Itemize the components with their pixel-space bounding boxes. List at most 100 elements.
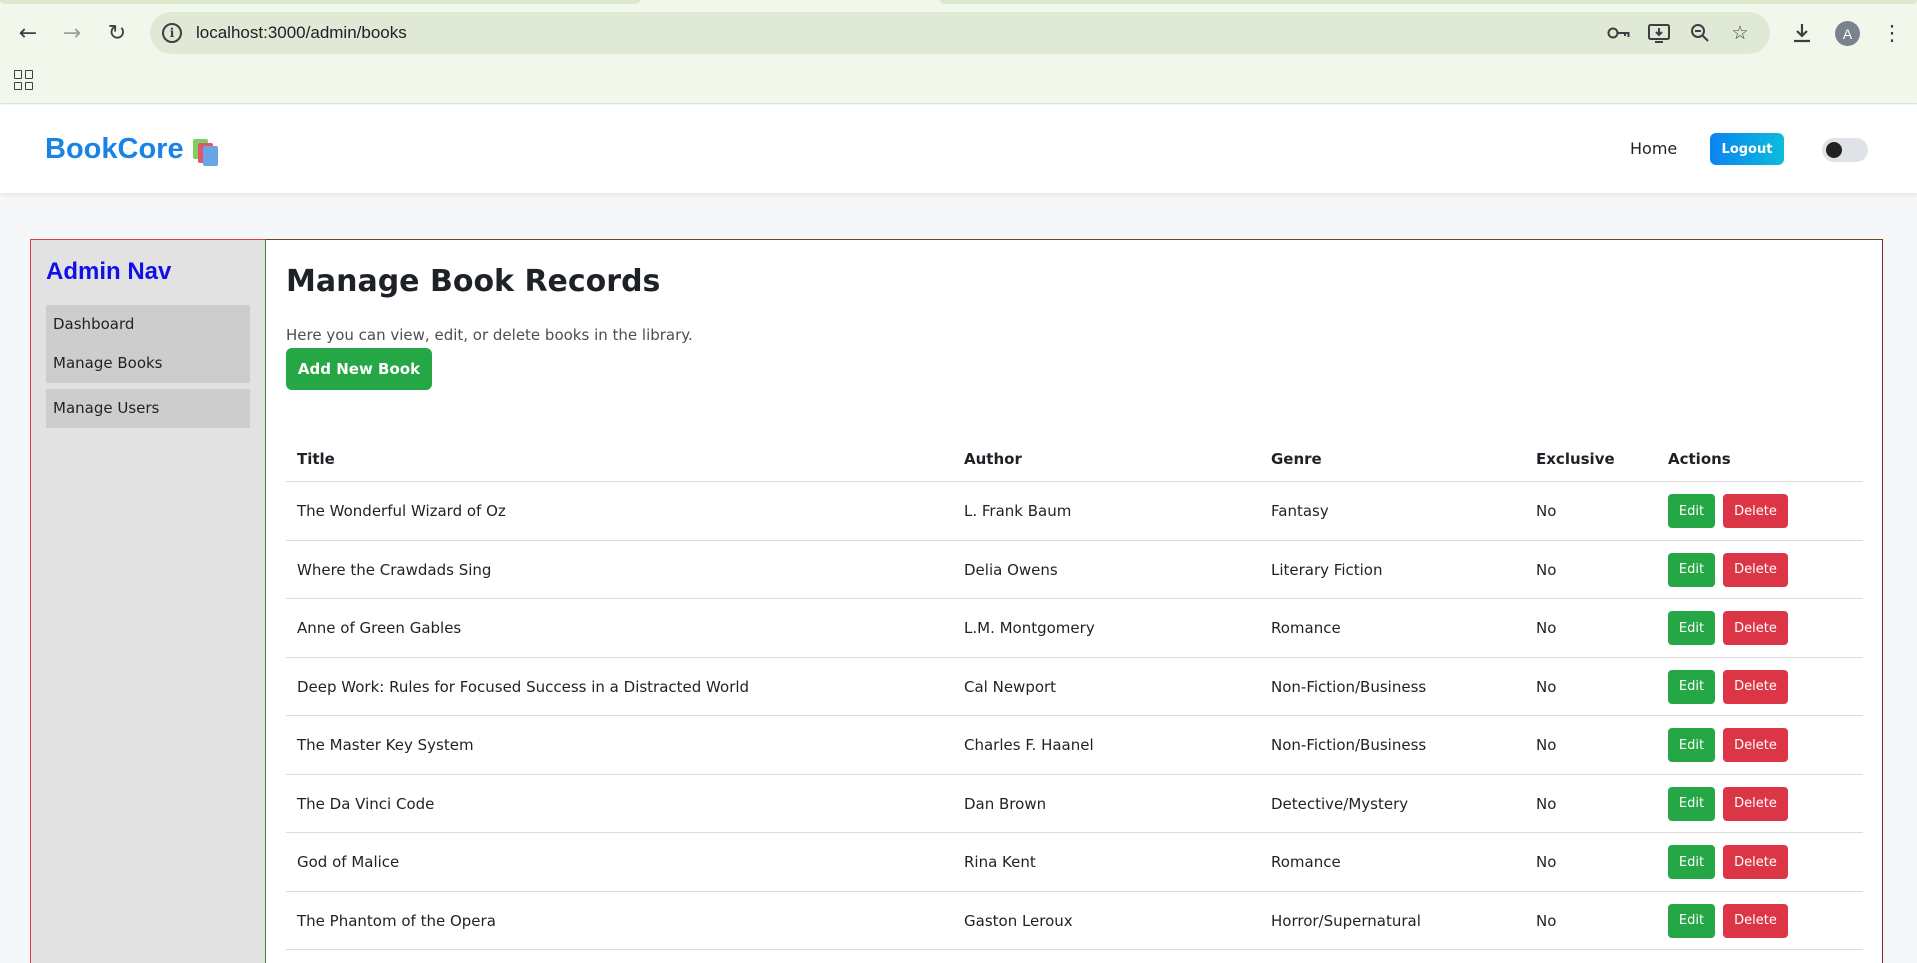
page-description: Here you can view, edit, or delete books…: [286, 326, 693, 344]
forward-icon[interactable]: →: [58, 19, 86, 47]
cell-exclusive: No: [1536, 560, 1557, 579]
table-row: The Da Vinci Code Dan Brown Detective/Myst…: [286, 775, 1863, 833]
cell-genre: Fantasy: [1271, 502, 1329, 520]
sidebar-title: Admin Nav: [46, 258, 172, 285]
cell-exclusive: No: [1536, 853, 1557, 871]
books-table: Title Author Genre Exclusive Actions The…: [286, 440, 1863, 950]
cell-author: Rina Kent: [964, 853, 1036, 871]
download-icon[interactable]: [1788, 19, 1816, 47]
edit-button[interactable]: Edit: [1668, 552, 1715, 587]
cell-title: The Da Vinci Code: [297, 794, 435, 813]
table-row: Where the Crawdads Sing Delia Owens Litera…: [286, 541, 1863, 599]
sidebar-group: Dashboard Manage Books: [46, 305, 250, 383]
sidebar-item-manage-users[interactable]: Manage Users: [53, 399, 159, 417]
nav-home-link[interactable]: Home: [1630, 139, 1677, 158]
reload-icon[interactable]: ↻: [103, 19, 131, 47]
app-header: BookCore Home Logout: [0, 105, 1917, 193]
profile-avatar[interactable]: A: [1835, 21, 1860, 46]
table-row: Deep Work: Rules for Focused Success in …: [286, 658, 1863, 716]
zoom-icon[interactable]: [1688, 21, 1712, 45]
install-app-icon[interactable]: [1647, 21, 1671, 45]
password-key-icon[interactable]: [1607, 21, 1631, 45]
delete-button[interactable]: Delete: [1723, 903, 1788, 938]
admin-sidebar: Admin Nav Dashboard Manage Books Manage …: [30, 239, 265, 963]
theme-toggle[interactable]: [1822, 138, 1868, 162]
main-content: Manage Book Records Here you can view, e…: [265, 239, 1883, 963]
edit-button[interactable]: Edit: [1668, 669, 1715, 704]
cell-exclusive: No: [1536, 619, 1557, 637]
address-bar[interactable]: i localhost:3000/admin/books ☆: [150, 12, 1770, 54]
cell-exclusive: No: [1536, 502, 1557, 520]
table-body: The Wonderful Wizard of Oz L. Frank Baum F…: [286, 482, 1863, 950]
page-title: Manage Book Records: [286, 264, 661, 299]
cell-exclusive: No: [1536, 736, 1557, 754]
cell-genre: Detective/Mystery: [1271, 794, 1409, 813]
table-header: Title Author Genre Exclusive Actions: [286, 440, 1863, 482]
delete-button[interactable]: Delete: [1723, 728, 1788, 762]
add-new-book-button[interactable]: Add New Book: [286, 348, 432, 390]
delete-button[interactable]: Delete: [1723, 669, 1788, 704]
column-header-exclusive: Exclusive: [1536, 450, 1615, 468]
cell-title: Deep Work: Rules for Focused Success in …: [297, 677, 750, 696]
sidebar-group: Manage Users: [46, 389, 250, 428]
column-header-genre: Genre: [1271, 450, 1322, 468]
url-text[interactable]: localhost:3000/admin/books: [196, 23, 407, 43]
delete-button[interactable]: Delete: [1723, 845, 1788, 879]
table-row: The Wonderful Wizard of Oz L. Frank Baum F…: [286, 482, 1863, 541]
bookmark-star-icon[interactable]: ☆: [1728, 21, 1752, 45]
cell-exclusive: No: [1536, 677, 1557, 696]
cell-author: L.M. Montgomery: [964, 619, 1095, 637]
browser-chrome: ← → ↻ i localhost:3000/admin/books ☆ A ⋮: [0, 0, 1917, 104]
delete-button[interactable]: Delete: [1723, 611, 1788, 645]
edit-button[interactable]: Edit: [1668, 494, 1715, 528]
cell-title: God of Malice: [297, 853, 400, 871]
cell-title: The Wonderful Wizard of Oz: [297, 502, 506, 520]
apps-grid-icon[interactable]: [14, 70, 34, 90]
cell-author: Delia Owens: [964, 560, 1058, 579]
delete-button[interactable]: Delete: [1723, 786, 1788, 821]
cell-title: The Master Key System: [297, 736, 474, 754]
cell-genre: Horror/Supernatural: [1271, 911, 1421, 930]
column-header-author: Author: [964, 450, 1022, 468]
column-header-title: Title: [297, 450, 335, 468]
cell-genre: Non-Fiction/Business: [1271, 677, 1427, 696]
cell-genre: Romance: [1271, 619, 1341, 637]
brand-logo-text[interactable]: BookCore: [45, 133, 184, 166]
cell-genre: Literary Fiction: [1271, 560, 1383, 579]
back-icon[interactable]: ←: [14, 19, 42, 47]
edit-button[interactable]: Edit: [1668, 903, 1715, 938]
menu-kebab-icon[interactable]: ⋮: [1878, 19, 1906, 47]
site-info-icon[interactable]: i: [162, 23, 182, 43]
table-row: The Phantom of the Opera Gaston Leroux Hor…: [286, 892, 1863, 950]
cell-title: Anne of Green Gables: [297, 619, 462, 637]
cell-author: L. Frank Baum: [964, 502, 1072, 520]
cell-author: Dan Brown: [964, 794, 1047, 813]
cell-title: Where the Crawdads Sing: [297, 560, 492, 579]
cell-author: Charles F. Haanel: [964, 736, 1094, 754]
edit-button[interactable]: Edit: [1668, 611, 1715, 645]
sidebar-item-dashboard[interactable]: Dashboard: [53, 315, 134, 333]
tab-strip: [0, 0, 1917, 6]
cell-title: The Phantom of the Opera: [297, 911, 496, 930]
tab-hint: [940, 0, 1917, 4]
delete-button[interactable]: Delete: [1723, 552, 1788, 587]
books-icon: [193, 137, 221, 166]
sidebar-item-manage-books[interactable]: Manage Books: [53, 354, 163, 372]
cell-genre: Non-Fiction/Business: [1271, 736, 1427, 754]
delete-button[interactable]: Delete: [1723, 494, 1788, 528]
column-header-actions: Actions: [1668, 450, 1731, 468]
cell-exclusive: No: [1536, 911, 1557, 930]
cell-exclusive: No: [1536, 794, 1557, 813]
cell-genre: Romance: [1271, 853, 1341, 871]
logout-button[interactable]: Logout: [1710, 133, 1784, 165]
table-row: The Master Key System Charles F. Haanel No…: [286, 716, 1863, 775]
edit-button[interactable]: Edit: [1668, 845, 1715, 879]
cell-author: Gaston Leroux: [964, 911, 1073, 930]
toggle-knob: [1826, 142, 1842, 158]
edit-button[interactable]: Edit: [1668, 728, 1715, 762]
tab-hint: [0, 0, 640, 4]
cell-author: Cal Newport: [964, 677, 1057, 696]
table-row: God of Malice Rina Kent Romance No Edit Delet…: [286, 833, 1863, 892]
table-row: Anne of Green Gables L.M. Montgomery Roman…: [286, 599, 1863, 658]
edit-button[interactable]: Edit: [1668, 786, 1715, 821]
